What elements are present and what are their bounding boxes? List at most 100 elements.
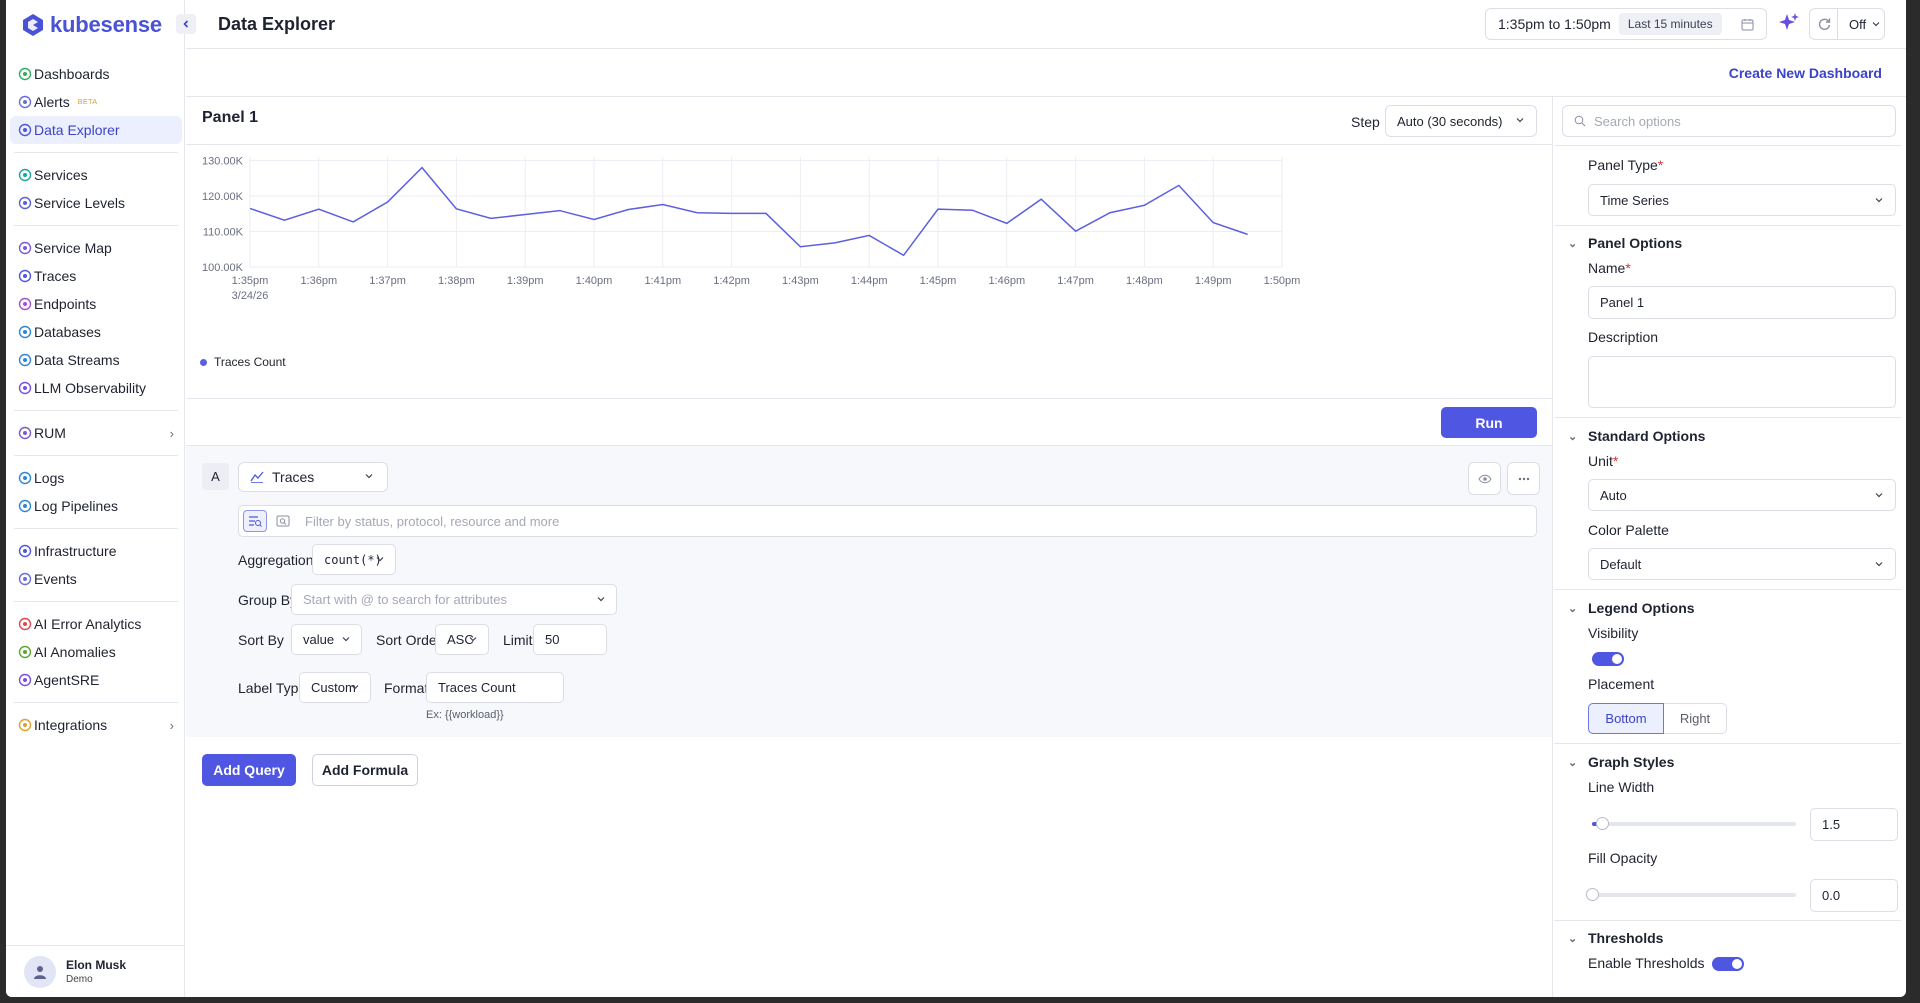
step-select[interactable]: Auto (30 seconds) <box>1385 105 1537 137</box>
group-by-select[interactable]: Start with @ to search for attributes <box>291 584 617 615</box>
x-tick-label: 1:35pm <box>232 275 269 287</box>
color-palette-select[interactable]: Default <box>1588 548 1896 580</box>
sidebar-item-llm-observability[interactable]: LLM Observability <box>10 374 182 402</box>
slider-handle[interactable] <box>1596 817 1610 830</box>
aggregations-label: Aggregations <box>238 552 321 568</box>
limit-input[interactable]: 50 <box>533 624 607 655</box>
time-preset-chip[interactable]: Last 15 minutes <box>1618 13 1722 35</box>
panel-options-sidebar: Search options Panel Type* Time Series ⌄… <box>1554 97 1906 997</box>
panel-type-select[interactable]: Time Series <box>1588 184 1896 216</box>
placement-right-button[interactable]: Right <box>1664 703 1727 734</box>
sidebar-item-service-levels[interactable]: Service Levels <box>10 189 182 217</box>
data-source-select[interactable]: Traces <box>238 462 388 492</box>
sidebar-item-ai-anomalies[interactable]: AI Anomalies <box>10 638 182 666</box>
sidebar-item-label: Integrations <box>34 717 108 733</box>
legend-options-section[interactable]: ⌄ Legend Options <box>1568 600 1695 616</box>
x-tick-label: 1:49pm <box>1195 275 1232 287</box>
traces-icon <box>250 471 264 483</box>
search-options-input[interactable]: Search options <box>1562 105 1896 137</box>
sidebar-item-integrations[interactable]: Integrations › <box>10 711 182 739</box>
panel-type-value: Time Series <box>1600 192 1669 208</box>
nav-divider <box>14 152 178 153</box>
query-letter[interactable]: A <box>202 463 229 490</box>
sidebar-item-infrastructure[interactable]: Infrastructure <box>10 537 182 565</box>
fill-opacity-input[interactable]: 0.0 <box>1810 879 1898 912</box>
auto-refresh-control[interactable]: Off <box>1809 8 1885 40</box>
visibility-label: Visibility <box>1588 625 1639 641</box>
logs-icon <box>18 471 32 485</box>
add-query-button[interactable]: Add Query <box>202 754 296 786</box>
sidebar-item-traces[interactable]: Traces <box>10 262 182 290</box>
sidebar-item-data-streams[interactable]: Data Streams <box>10 346 182 374</box>
unit-label: Unit* <box>1588 453 1619 469</box>
collapse-sidebar-button[interactable] <box>176 14 196 34</box>
app-logo[interactable]: kubesense <box>22 12 162 38</box>
chart-legend[interactable]: Traces Count <box>200 355 286 369</box>
enable-thresholds-label: Enable Thresholds <box>1588 955 1705 971</box>
run-button[interactable]: Run <box>1441 407 1537 438</box>
time-range-picker[interactable]: 1:35pm to 1:50pm Last 15 minutes <box>1485 8 1767 40</box>
sidebar-item-label: Dashboards <box>34 66 110 82</box>
refresh-button[interactable] <box>1810 9 1838 39</box>
sidebar-item-databases[interactable]: Databases <box>10 318 182 346</box>
sort-by-select[interactable]: value <box>291 624 362 655</box>
sidebar-item-services[interactable]: Services <box>10 161 182 189</box>
service-map-icon <box>18 241 32 255</box>
slider-handle[interactable] <box>1586 888 1599 901</box>
ai-sparkle-icon[interactable] <box>1778 12 1800 34</box>
more-options-button[interactable] <box>1507 462 1540 495</box>
legend-visibility-toggle[interactable] <box>1592 652 1624 666</box>
sort-order-select[interactable]: ASC <box>435 624 489 655</box>
fill-opacity-slider[interactable] <box>1586 888 1796 901</box>
sidebar-item-dashboards[interactable]: Dashboards <box>10 60 182 88</box>
query-search-mode-icon[interactable] <box>271 510 295 532</box>
panel-header: Panel 1 Step Auto (30 seconds) <box>186 97 1552 145</box>
line-width-input[interactable]: 1.5 <box>1810 808 1898 841</box>
log-pipelines-icon <box>18 499 32 513</box>
thresholds-section[interactable]: ⌄ Thresholds <box>1568 930 1663 946</box>
sidebar-item-agentsre[interactable]: AgentSRE <box>10 666 182 694</box>
panel-title: Panel 1 <box>202 109 259 126</box>
aggregation-select[interactable]: count(*) <box>312 544 396 575</box>
calendar-icon[interactable] <box>1741 18 1754 31</box>
time-series-chart[interactable]: 1:35pm 1:36pm 1:37pm 1:38pm 1:39pm 1:40pm 1:41… <box>186 145 1552 398</box>
enable-thresholds-toggle[interactable] <box>1712 957 1744 971</box>
panel-name-input[interactable]: Panel 1 <box>1588 286 1896 319</box>
series-line-traces-count[interactable] <box>249 166 1248 257</box>
sidebar-item-service-map[interactable]: Service Map <box>10 234 182 262</box>
sidebar-item-rum[interactable]: RUM › <box>10 419 182 447</box>
ellipsis-icon <box>1518 477 1529 480</box>
graph-styles-section[interactable]: ⌄ Graph Styles <box>1568 754 1674 770</box>
sidebar-item-logs[interactable]: Logs <box>10 464 182 492</box>
toggle-visibility-button[interactable] <box>1468 462 1501 495</box>
sidebar-item-label: AgentSRE <box>34 672 100 688</box>
sidebar-item-ai-error-analytics[interactable]: AI Error Analytics <box>10 610 182 638</box>
line-width-slider[interactable] <box>1592 817 1796 830</box>
query-builder-mode-icon[interactable] <box>243 510 267 532</box>
unit-select[interactable]: Auto <box>1588 479 1896 511</box>
filter-input[interactable]: Filter by status, protocol, resource and… <box>305 514 559 529</box>
sidebar-item-events[interactable]: Events <box>10 565 182 593</box>
chevron-down-icon <box>342 637 350 642</box>
label-type-select[interactable]: Custom <box>299 672 371 703</box>
description-textarea[interactable] <box>1588 356 1896 408</box>
format-input[interactable]: Traces Count <box>426 672 564 703</box>
filter-bar[interactable]: Filter by status, protocol, resource and… <box>238 505 1537 537</box>
chevron-down-icon <box>376 557 384 562</box>
unit-value: Auto <box>1600 487 1627 503</box>
x-tick-label: 1:36pm <box>300 275 337 287</box>
standard-options-section[interactable]: ⌄ Standard Options <box>1568 428 1705 444</box>
panel-options-section[interactable]: ⌄ Panel Options <box>1568 235 1682 251</box>
user-profile[interactable]: Elon Musk Demo <box>6 945 185 997</box>
placement-bottom-button[interactable]: Bottom <box>1588 703 1664 734</box>
sidebar-item-data-explorer[interactable]: Data Explorer <box>10 116 182 144</box>
create-new-dashboard-link[interactable]: Create New Dashboard <box>1729 65 1882 81</box>
legend-item-label: Traces Count <box>214 355 286 369</box>
chevron-down-icon: ⌄ <box>1568 932 1578 945</box>
avatar <box>24 955 56 988</box>
add-formula-button[interactable]: Add Formula <box>312 754 418 786</box>
sidebar-item-log-pipelines[interactable]: Log Pipelines <box>10 492 182 520</box>
sidebar-item-label: Traces <box>34 268 77 284</box>
sidebar-item-endpoints[interactable]: Endpoints <box>10 290 182 318</box>
sidebar-item-alerts[interactable]: Alerts BETA <box>10 88 182 116</box>
